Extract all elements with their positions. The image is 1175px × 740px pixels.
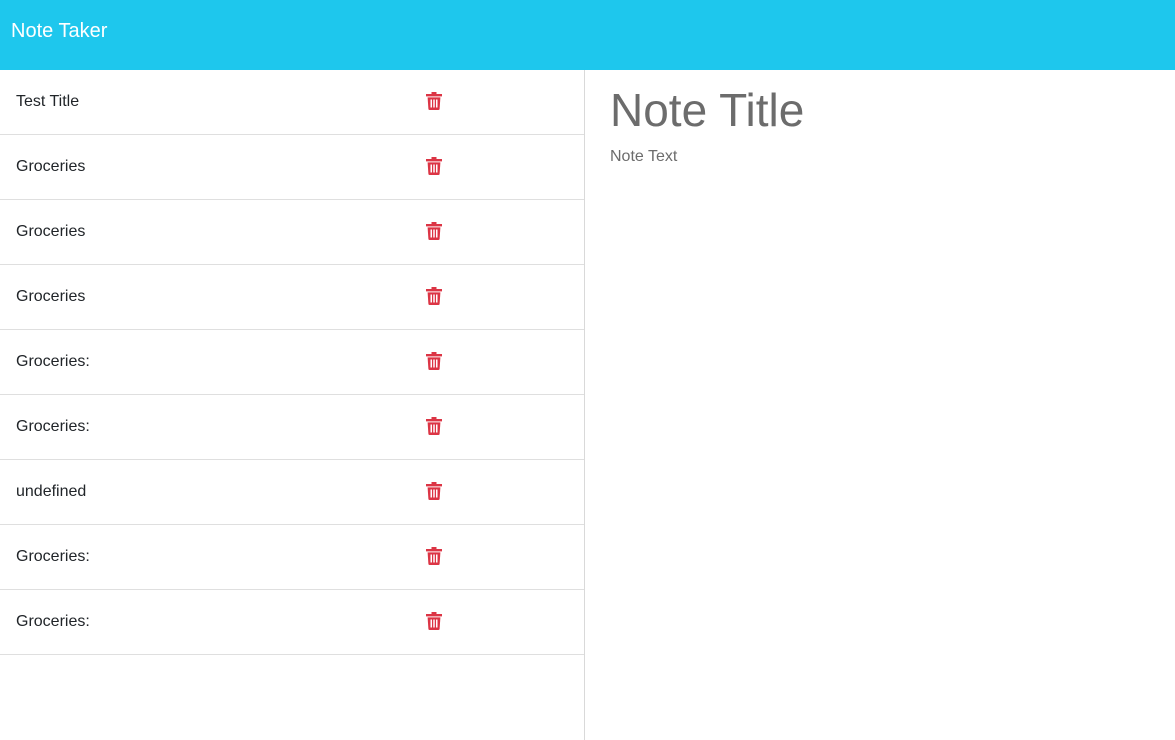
list-item[interactable]: Groceries [0, 135, 584, 200]
note-title: Test Title [16, 93, 80, 110]
note-title: Groceries: [16, 353, 90, 370]
navbar: Note Taker [0, 0, 1175, 70]
note-title: Groceries: [16, 613, 90, 630]
note-title-input[interactable] [610, 82, 1150, 138]
note-title: undefined [16, 483, 87, 500]
note-title: Groceries: [16, 418, 90, 435]
trash-icon[interactable] [426, 157, 442, 175]
trash-icon[interactable] [426, 222, 442, 240]
trash-icon[interactable] [426, 352, 442, 370]
list-item[interactable]: Groceries: [0, 525, 584, 590]
list-item[interactable]: Test Title [0, 70, 584, 135]
note-text-input[interactable] [610, 148, 1150, 648]
trash-icon[interactable] [426, 482, 442, 500]
note-list: Test Title Groceries Groceries Groceries… [0, 70, 584, 655]
note-title: Groceries [16, 158, 86, 175]
note-title: Groceries [16, 288, 86, 305]
note-title: Groceries: [16, 548, 90, 565]
list-item[interactable]: Groceries: [0, 590, 584, 655]
note-editor [585, 70, 1175, 740]
note-title: Groceries [16, 223, 86, 240]
trash-icon[interactable] [426, 547, 442, 565]
app-brand[interactable]: Note Taker [11, 20, 107, 43]
list-item[interactable]: undefined [0, 460, 584, 525]
note-list-pane: Test Title Groceries Groceries Groceries… [0, 70, 585, 740]
list-item[interactable]: Groceries: [0, 395, 584, 460]
trash-icon[interactable] [426, 612, 442, 630]
trash-icon[interactable] [426, 287, 442, 305]
trash-icon[interactable] [426, 417, 442, 435]
trash-icon[interactable] [426, 92, 442, 110]
list-item[interactable]: Groceries: [0, 330, 584, 395]
list-item[interactable]: Groceries [0, 200, 584, 265]
list-item[interactable]: Groceries [0, 265, 584, 330]
